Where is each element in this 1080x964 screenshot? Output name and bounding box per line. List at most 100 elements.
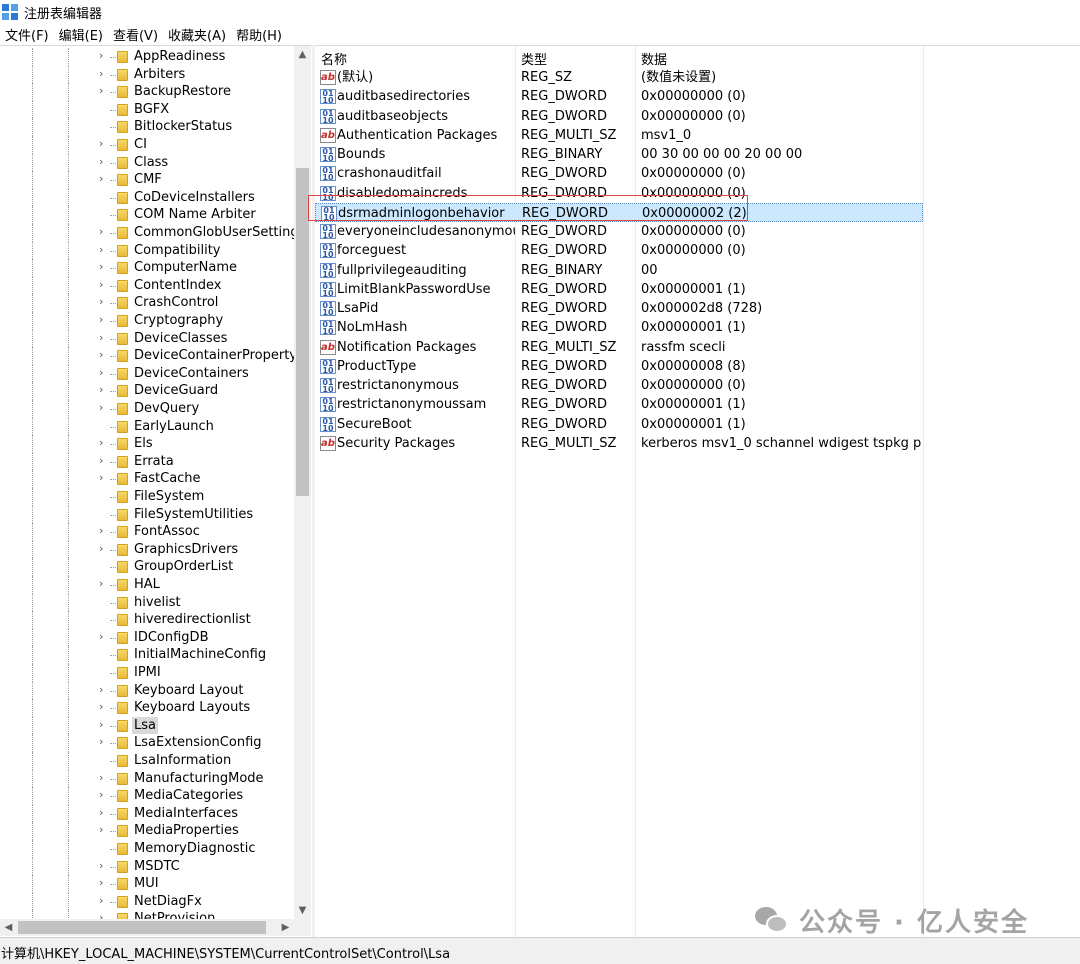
tree-item[interactable]: › DevQuery xyxy=(0,400,294,418)
tree-item[interactable]: › Els xyxy=(0,435,294,453)
tree-item[interactable]: › CI xyxy=(0,136,294,154)
value-row[interactable]: ab Authentication Packages REG_MULTI_SZ msv… xyxy=(315,126,923,145)
scroll-up-arrow-icon[interactable]: ▲ xyxy=(294,46,311,63)
expand-chevron-icon[interactable]: › xyxy=(99,243,103,256)
menu-help[interactable]: 帮助(H) xyxy=(231,25,287,44)
tree-item[interactable]: MemoryDiagnostic xyxy=(0,840,294,858)
expand-chevron-icon[interactable]: › xyxy=(99,806,103,819)
tree-item[interactable]: › LsaExtensionConfig xyxy=(0,734,294,752)
tree-item[interactable]: › NetProvision xyxy=(0,910,294,919)
value-row[interactable]: ab (默认) REG_SZ (数值未设置) xyxy=(315,68,923,87)
expand-chevron-icon[interactable]: › xyxy=(99,911,103,919)
tree-item[interactable]: › MediaProperties xyxy=(0,822,294,840)
expand-chevron-icon[interactable]: › xyxy=(99,471,103,484)
tree-item[interactable]: › Arbiters xyxy=(0,65,294,84)
scroll-left-arrow-icon[interactable]: ◀ xyxy=(0,919,17,936)
scroll-down-arrow-icon[interactable]: ▼ xyxy=(294,902,311,919)
menu-favorites[interactable]: 收藏夹(A) xyxy=(163,25,231,44)
expand-chevron-icon[interactable]: › xyxy=(99,683,103,696)
value-row[interactable]: 01 10 Bounds REG_BINARY 00 30 00 00 00 20 00… xyxy=(315,145,923,164)
tree-item[interactable]: GroupOrderList xyxy=(0,558,294,576)
expand-chevron-icon[interactable]: › xyxy=(99,172,103,185)
scroll-right-arrow-icon[interactable]: ▶ xyxy=(277,919,294,936)
tree-item[interactable]: › CMF xyxy=(0,171,294,189)
value-row[interactable]: 01 10 NoLmHash REG_DWORD 0x00000001 (1) xyxy=(315,318,923,337)
tree-item[interactable]: › AppReadiness xyxy=(0,48,294,66)
expand-chevron-icon[interactable]: › xyxy=(99,524,103,537)
tree-item[interactable]: IPMI xyxy=(0,664,294,682)
expand-chevron-icon[interactable]: › xyxy=(99,876,103,889)
expand-chevron-icon[interactable]: › xyxy=(99,260,103,273)
expand-chevron-icon[interactable]: › xyxy=(99,735,103,748)
tree-item[interactable]: LsaInformation xyxy=(0,752,294,770)
expand-chevron-icon[interactable]: › xyxy=(99,383,103,396)
expand-chevron-icon[interactable]: › xyxy=(99,155,103,168)
tree-item[interactable]: › ManufacturingMode xyxy=(0,769,294,788)
expand-chevron-icon[interactable]: › xyxy=(99,859,103,872)
tree-item[interactable]: › MUI xyxy=(0,875,294,893)
tree-item[interactable]: › DeviceClasses xyxy=(0,329,294,348)
tree-item[interactable]: BGFX xyxy=(0,100,294,119)
tree-item[interactable]: hiveredirectionlist xyxy=(0,611,294,629)
tree-item[interactable]: COM Name Arbiter xyxy=(0,206,294,224)
value-row[interactable]: 01 10 crashonauditfail REG_DWORD 0x00000000 … xyxy=(315,164,923,183)
expand-chevron-icon[interactable]: › xyxy=(99,577,103,590)
value-row[interactable]: 01 10 everyoneincludesanonymous REG_DWORD 0x… xyxy=(315,222,923,241)
value-row[interactable]: 01 10 LimitBlankPasswordUse REG_DWORD 0x0000… xyxy=(315,280,923,299)
tree-item[interactable]: BitlockerStatus xyxy=(0,118,294,136)
tree-item[interactable]: › Keyboard Layouts xyxy=(0,699,294,717)
scroll-thumb-horizontal[interactable] xyxy=(18,921,266,934)
tree-item[interactable]: › FastCache xyxy=(0,470,294,488)
tree-item[interactable]: › MediaInterfaces xyxy=(0,804,294,823)
column-header-name[interactable]: 名称 xyxy=(316,49,347,68)
tree-item[interactable]: › ContentIndex xyxy=(0,276,294,295)
column-header-data[interactable]: 数据 xyxy=(636,49,667,68)
tree-item[interactable]: › Cryptography xyxy=(0,312,294,330)
menu-edit[interactable]: 编辑(E) xyxy=(54,25,108,44)
tree-item[interactable]: › Lsa xyxy=(0,716,294,735)
expand-chevron-icon[interactable]: › xyxy=(99,348,103,361)
value-row[interactable]: ab Security Packages REG_MULTI_SZ kerberos … xyxy=(315,434,923,453)
tree-item[interactable]: › IDConfigDB xyxy=(0,628,294,647)
menu-view[interactable]: 查看(V) xyxy=(108,25,163,44)
tree-item[interactable]: › ComputerName xyxy=(0,259,294,277)
expand-chevron-icon[interactable]: › xyxy=(99,700,103,713)
value-row[interactable]: 01 10 restrictanonymoussam REG_DWORD 0x00000… xyxy=(315,395,923,414)
value-row[interactable]: 01 10 ProductType REG_DWORD 0x00000008 (8) xyxy=(315,357,923,376)
value-row[interactable]: 01 10 SecureBoot REG_DWORD 0x00000001 (1) xyxy=(315,415,923,434)
value-row[interactable]: 01 10 fullprivilegeauditing REG_BINARY 00 xyxy=(315,261,923,280)
expand-chevron-icon[interactable]: › xyxy=(99,295,103,308)
expand-chevron-icon[interactable]: › xyxy=(99,788,103,801)
tree-item[interactable]: FileSystemUtilities xyxy=(0,505,294,524)
tree-item[interactable]: › DeviceContainerPropertyUp xyxy=(0,347,294,365)
column-header-type[interactable]: 类型 xyxy=(516,49,547,68)
expand-chevron-icon[interactable]: › xyxy=(99,366,103,379)
expand-chevron-icon[interactable]: › xyxy=(99,225,103,238)
expand-chevron-icon[interactable]: › xyxy=(99,84,103,97)
expand-chevron-icon[interactable]: › xyxy=(99,454,103,467)
tree-item[interactable]: › Class xyxy=(0,153,294,172)
value-row[interactable]: 01 10 forceguest REG_DWORD 0x00000000 (0) xyxy=(315,241,923,260)
tree-item[interactable]: › Keyboard Layout xyxy=(0,681,294,700)
tree-item[interactable]: › HAL xyxy=(0,576,294,594)
expand-chevron-icon[interactable]: › xyxy=(99,436,103,449)
value-row[interactable]: 01 10 auditbaseobjects REG_DWORD 0x00000000 … xyxy=(315,107,923,126)
tree-item[interactable]: › MSDTC xyxy=(0,857,294,876)
expand-chevron-icon[interactable]: › xyxy=(99,630,103,643)
tree-item[interactable]: › NetDiagFx xyxy=(0,892,294,911)
tree-item[interactable]: › DeviceGuard xyxy=(0,382,294,400)
value-row[interactable]: 01 10 auditbasedirectories REG_DWORD 0x00000… xyxy=(315,87,923,106)
expand-chevron-icon[interactable]: › xyxy=(99,137,103,150)
tree-item[interactable]: › FontAssoc xyxy=(0,523,294,541)
expand-chevron-icon[interactable]: › xyxy=(99,313,103,326)
column-separator[interactable] xyxy=(923,46,924,937)
tree-item[interactable]: FileSystem xyxy=(0,488,294,506)
tree-item[interactable]: InitialMachineConfig xyxy=(0,646,294,664)
expand-chevron-icon[interactable]: › xyxy=(99,331,103,344)
expand-chevron-icon[interactable]: › xyxy=(99,49,103,62)
tree-vertical-scrollbar[interactable]: ▲ ▼ xyxy=(294,46,311,919)
tree-item[interactable]: › Errata xyxy=(0,452,294,471)
expand-chevron-icon[interactable]: › xyxy=(99,278,103,291)
tree-item[interactable]: › GraphicsDrivers xyxy=(0,540,294,559)
value-row[interactable]: 01 10 LsaPid REG_DWORD 0x000002d8 (728) xyxy=(315,299,923,318)
